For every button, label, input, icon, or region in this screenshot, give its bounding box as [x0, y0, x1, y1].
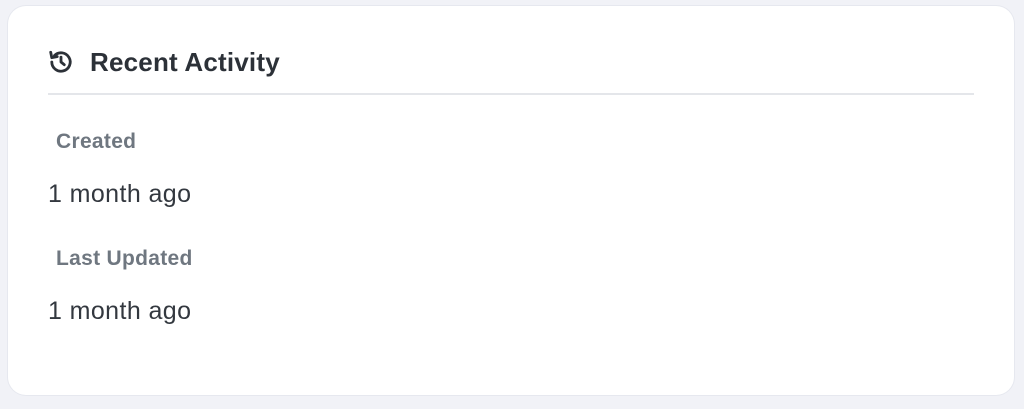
- created-label: Created: [56, 130, 137, 153]
- last-updated-value: 1 month ago: [48, 297, 192, 325]
- card-title: Recent Activity: [90, 47, 280, 77]
- recent-activity-card: Recent Activity Created 1 month ago Last…: [8, 6, 1014, 395]
- card-header: Recent Activity: [48, 46, 974, 95]
- history-icon: [48, 49, 74, 75]
- created-value: 1 month ago: [48, 180, 192, 208]
- last-updated-label: Last Updated: [56, 247, 193, 270]
